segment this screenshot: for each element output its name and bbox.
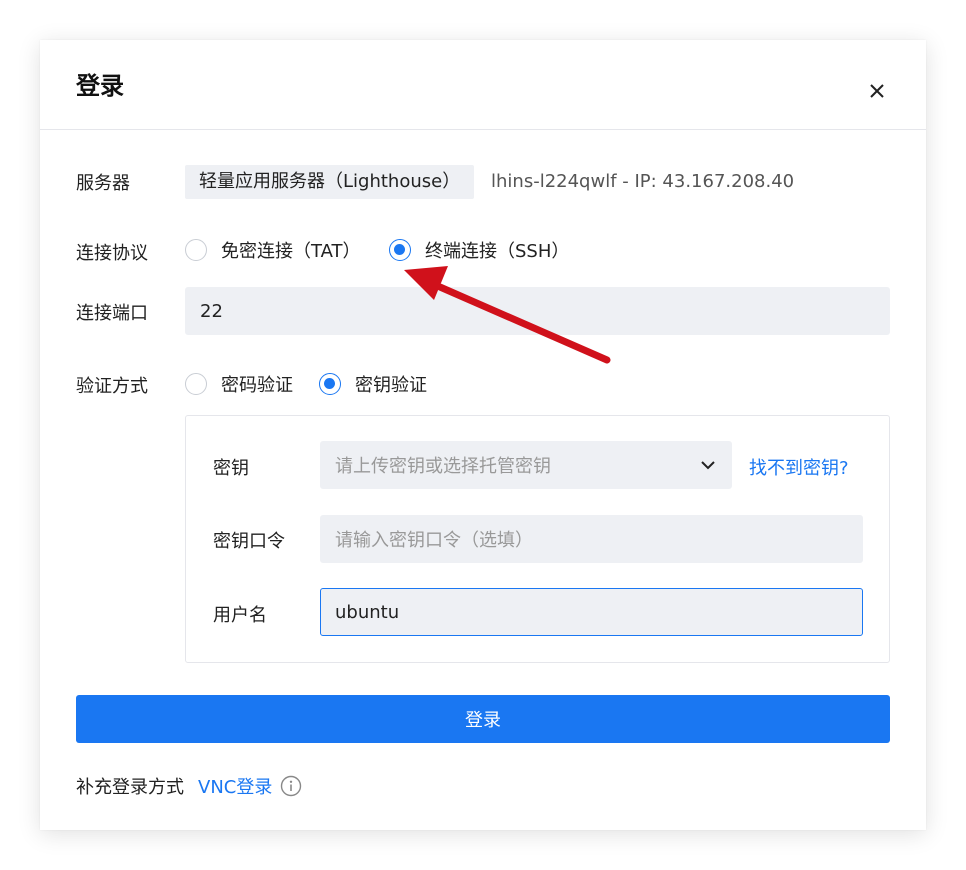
footer-label: 补充登录方式 bbox=[76, 777, 184, 798]
login-button[interactable]: 登录 bbox=[76, 695, 890, 743]
radio-key[interactable]: 密钥验证 bbox=[319, 371, 427, 397]
key-select[interactable]: 请上传密钥或选择托管密钥 bbox=[320, 441, 732, 489]
passphrase-label: 密钥口令 bbox=[213, 531, 285, 552]
radio-label-password: 密码验证 bbox=[221, 375, 293, 396]
key-auth-panel: 密钥 请上传密钥或选择托管密钥 找不到密钥? 密钥口令 请输入密钥口令（选填） … bbox=[185, 415, 890, 663]
radio-ssh[interactable]: 终端连接（SSH） bbox=[389, 237, 569, 263]
footer: 补充登录方式 VNC登录 bbox=[76, 773, 302, 799]
username-input[interactable]: ubuntu bbox=[320, 588, 863, 636]
radio-label-key: 密钥验证 bbox=[355, 375, 427, 396]
close-icon bbox=[870, 84, 884, 98]
chevron-down-icon bbox=[701, 461, 715, 470]
server-type-tag: 轻量应用服务器（Lighthouse） bbox=[185, 165, 475, 199]
radio-label-tat: 免密连接（TAT） bbox=[221, 241, 361, 262]
port-label: 连接端口 bbox=[76, 303, 148, 324]
login-dialog: 登录 服务器 轻量应用服务器（Lighthouse） lhins-l224qwl… bbox=[40, 40, 926, 830]
close-button[interactable] bbox=[864, 78, 890, 104]
port-input[interactable]: 22 bbox=[185, 287, 890, 335]
dialog-header: 登录 bbox=[40, 40, 926, 130]
radio-tat[interactable]: 免密连接（TAT） bbox=[185, 237, 361, 263]
server-label: 服务器 bbox=[76, 173, 130, 194]
passphrase-input[interactable]: 请输入密钥口令（选填） bbox=[320, 515, 863, 563]
radio-label-ssh: 终端连接（SSH） bbox=[425, 241, 570, 262]
radio-password[interactable]: 密码验证 bbox=[185, 371, 293, 397]
key-help-link[interactable]: 找不到密钥? bbox=[749, 454, 849, 480]
info-icon[interactable] bbox=[280, 775, 302, 797]
radio-circle-checked[interactable] bbox=[389, 239, 411, 261]
key-select-placeholder: 请上传密钥或选择托管密钥 bbox=[335, 456, 551, 477]
dialog-title: 登录 bbox=[76, 72, 124, 100]
radio-circle-checked[interactable] bbox=[319, 373, 341, 395]
server-info: lhins-l224qwlf - IP: 43.167.208.40 bbox=[491, 171, 795, 192]
protocol-label: 连接协议 bbox=[76, 243, 148, 264]
username-label: 用户名 bbox=[213, 605, 267, 626]
radio-circle[interactable] bbox=[185, 373, 207, 395]
key-label: 密钥 bbox=[213, 458, 249, 479]
auth-label: 验证方式 bbox=[76, 376, 148, 397]
radio-circle[interactable] bbox=[185, 239, 207, 261]
vnc-login-link[interactable]: VNC登录 bbox=[198, 773, 272, 799]
